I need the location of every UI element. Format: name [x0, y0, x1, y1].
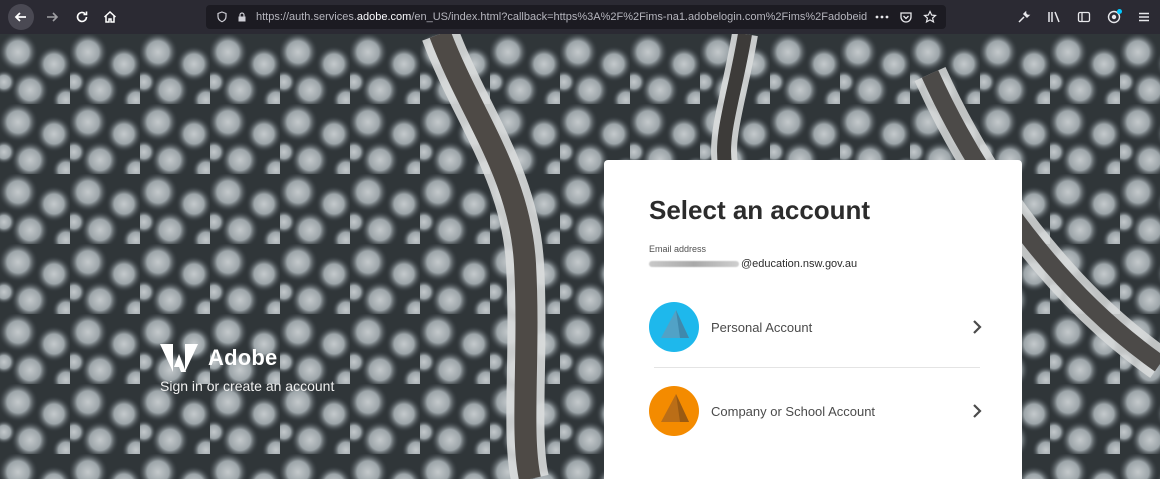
extension-icon[interactable] [1102, 5, 1126, 29]
lock-icon[interactable] [232, 7, 252, 27]
account-selection-card: Select an account Email address @educati… [604, 160, 1022, 479]
url-bar[interactable]: https://auth.services.adobe.com/en_US/in… [206, 5, 946, 29]
company-account-icon [649, 386, 699, 436]
url-text[interactable]: https://auth.services.adobe.com/en_US/in… [256, 11, 872, 23]
sidebar-icon[interactable] [1072, 5, 1096, 29]
chevron-right-icon [973, 404, 982, 418]
page-title: Select an account [649, 195, 871, 225]
home-button[interactable] [98, 5, 122, 29]
wrench-icon[interactable] [1012, 5, 1036, 29]
email-domain: @education.nsw.gov.au [741, 258, 858, 270]
arrow-left-icon [14, 12, 26, 22]
divider [654, 367, 980, 368]
personal-account-icon [649, 302, 699, 352]
email-value: @education.nsw.gov.au [649, 258, 857, 270]
url-domain: adobe.com [356, 11, 412, 23]
shield-icon[interactable] [212, 7, 232, 27]
ellipsis-icon[interactable] [872, 7, 892, 27]
library-icon[interactable] [1042, 5, 1066, 29]
pocket-icon[interactable] [896, 7, 916, 27]
reload-button[interactable] [70, 5, 94, 29]
notification-dot [1117, 9, 1122, 14]
star-icon[interactable] [920, 7, 940, 27]
arrow-right-icon [47, 12, 59, 22]
adobe-logo-icon [160, 344, 198, 372]
forward-button[interactable] [40, 5, 64, 29]
hamburger-icon[interactable] [1132, 5, 1156, 29]
personal-account-option[interactable]: Personal Account [649, 302, 985, 352]
adobe-branding: Adobe Sign in or create an account [160, 344, 334, 394]
back-button[interactable] [8, 4, 34, 30]
personal-account-label: Personal Account [711, 319, 813, 335]
company-account-label: Company or School Account [711, 403, 876, 419]
redacted-email-username [649, 261, 739, 267]
home-icon [103, 10, 117, 23]
chevron-right-icon [973, 320, 982, 334]
brand-name: Adobe [208, 345, 278, 370]
reload-icon [76, 11, 88, 23]
url-path: /en_US/index.html?callback=https%3A%2F%2… [411, 11, 868, 23]
company-account-option[interactable]: Company or School Account [649, 386, 985, 436]
email-label: Email address [649, 244, 707, 254]
url-prefix: https://auth.services. [256, 11, 357, 23]
browser-toolbar: https://auth.services.adobe.com/en_US/in… [0, 0, 1160, 34]
brand-tagline: Sign in or create an account [160, 378, 335, 394]
